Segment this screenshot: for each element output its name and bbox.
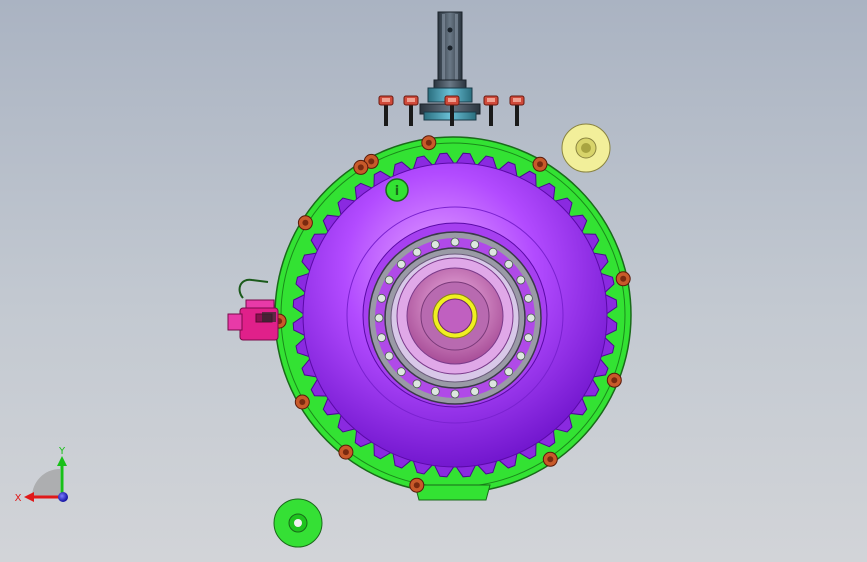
housing-bolt[interactable] xyxy=(409,477,425,493)
top-cap-screws[interactable] xyxy=(378,95,525,126)
bearing-ball xyxy=(450,389,460,399)
housing-bolt[interactable] xyxy=(297,215,313,231)
cap-screw[interactable] xyxy=(483,95,499,126)
bearing-ball xyxy=(374,313,384,323)
bearing-ball xyxy=(488,379,498,389)
bearing-ball xyxy=(396,259,406,269)
housing-bolt[interactable] xyxy=(421,135,437,151)
triad-y-label: Y xyxy=(58,446,66,457)
rotor-hub[interactable] xyxy=(396,257,514,375)
yellow-washer[interactable] xyxy=(561,123,611,173)
svg-text:i: i xyxy=(395,184,399,199)
triad-x-label: X xyxy=(15,493,22,504)
bearing-ball xyxy=(516,275,526,285)
housing-bolt[interactable] xyxy=(338,444,354,460)
cad-model-view[interactable]: i Y X xyxy=(0,0,867,562)
bearing-ball xyxy=(470,240,480,250)
housing-bolt[interactable] xyxy=(606,372,622,388)
bearing-ball xyxy=(488,247,498,257)
bearing-ball xyxy=(377,333,387,343)
cap-screw[interactable] xyxy=(378,95,394,126)
bearing-ball xyxy=(412,379,422,389)
bearing-ball xyxy=(524,333,533,343)
x-axis-arrow xyxy=(24,492,34,502)
bearing-ball xyxy=(516,351,526,361)
index-marker: i xyxy=(385,178,409,202)
z-axis-ball xyxy=(58,492,68,502)
y-axis-arrow xyxy=(57,456,67,466)
bearing-ball xyxy=(524,293,533,303)
housing-bolt[interactable] xyxy=(353,159,369,175)
bearing-ball xyxy=(430,240,440,250)
housing-bolt[interactable] xyxy=(542,451,558,467)
bearing-ball xyxy=(504,367,514,377)
bearing-ball xyxy=(396,367,406,377)
green-washer[interactable] xyxy=(273,498,323,548)
housing-bolt[interactable] xyxy=(532,156,548,172)
bearing-ball xyxy=(384,275,394,285)
orientation-triad: Y X xyxy=(15,446,68,504)
bearing-ball xyxy=(412,247,422,257)
bearing-ball xyxy=(384,351,394,361)
bearing-ball xyxy=(430,386,440,396)
bearing-ball xyxy=(450,237,460,247)
cap-screw[interactable] xyxy=(403,95,419,126)
housing-bolt[interactable] xyxy=(615,271,631,287)
cable-connector[interactable] xyxy=(227,278,279,341)
cad-viewport[interactable]: i Y X xyxy=(0,0,867,562)
housing-bolt[interactable] xyxy=(294,394,310,410)
cap-screw[interactable] xyxy=(509,95,525,126)
bearing-ball xyxy=(504,259,514,269)
bearing-ball xyxy=(526,313,536,323)
bearing-ball xyxy=(377,293,387,303)
bearing-ball xyxy=(470,386,480,396)
